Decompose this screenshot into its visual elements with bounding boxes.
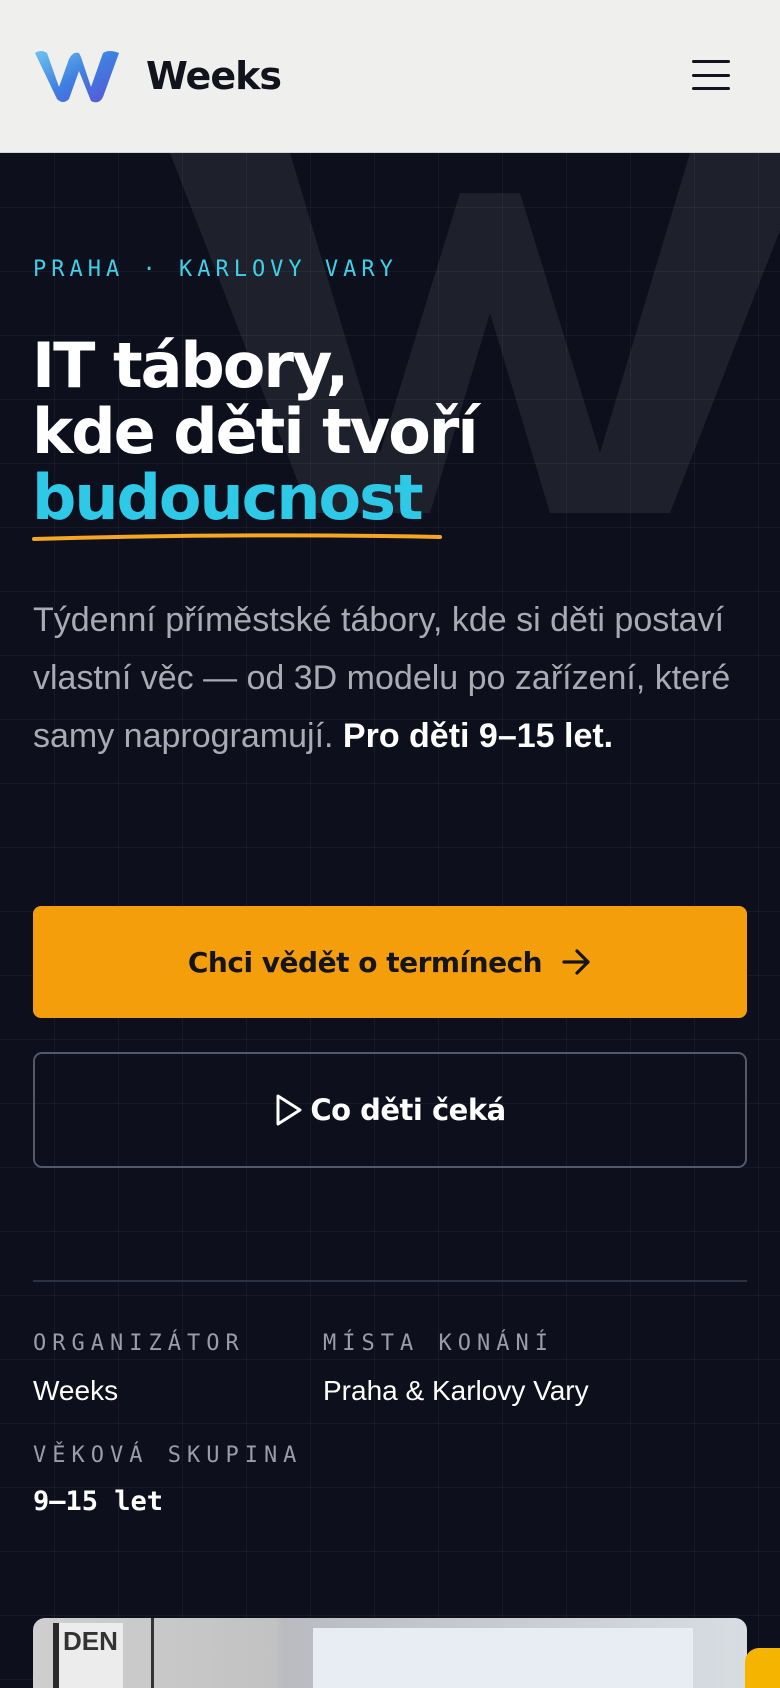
floating-action-badge[interactable] [745,1648,780,1688]
photo-screen [313,1628,693,1688]
title-accent-text: budoucnost [32,461,424,534]
play-icon [276,1094,302,1126]
section-divider [33,1280,747,1282]
venues-label: MÍSTA KONÁNÍ [323,1331,554,1356]
hero-description: Týdenní příměstské tábory, kde si děti p… [33,591,753,765]
title-line-2: kde děti tvoří [32,395,479,468]
age-group-value: 9–15 let [33,1486,164,1517]
hero-section: PRAHA · KARLOVY VARY IT tábory, kde děti… [0,153,780,1688]
weeks-logo-icon[interactable] [33,47,121,105]
venues-value: Praha & Karlovy Vary [323,1375,589,1406]
organizer-label: ORGANIZÁTOR [33,1331,245,1356]
menu-bar [692,60,730,63]
dates-cta-label: Chci vědět o termínech [187,945,543,979]
title-line-1: IT tábory, [32,329,349,402]
photo-sign-text: DEN [63,1626,118,1656]
what-awaits-button[interactable]: Co děti čeká [33,1052,747,1168]
what-awaits-label: Co děti čeká [310,1093,506,1127]
age-group-label: VĚKOVÁ SKUPINA [33,1443,303,1468]
dates-cta-button[interactable]: Chci vědět o termínech [33,906,747,1018]
title-accent: budoucnost [32,465,442,541]
page-title: IT tábory, kde děti tvoří budoucnost [32,329,479,541]
menu-bar [692,87,730,90]
camp-photo: DEN [33,1618,747,1688]
brand-name[interactable]: Weeks [146,54,282,98]
site-header: Weeks [0,0,780,153]
organizer-value: Weeks [33,1375,119,1406]
lead-bold-age: Pro děti 9–15 let. [342,717,614,755]
hamburger-menu-icon[interactable] [692,58,730,92]
underline-decoration-icon [32,533,442,541]
photo-cable [151,1618,181,1688]
menu-bar [692,73,730,77]
arrow-right-icon [562,949,590,975]
location-eyebrow: PRAHA · KARLOVY VARY [33,257,398,282]
